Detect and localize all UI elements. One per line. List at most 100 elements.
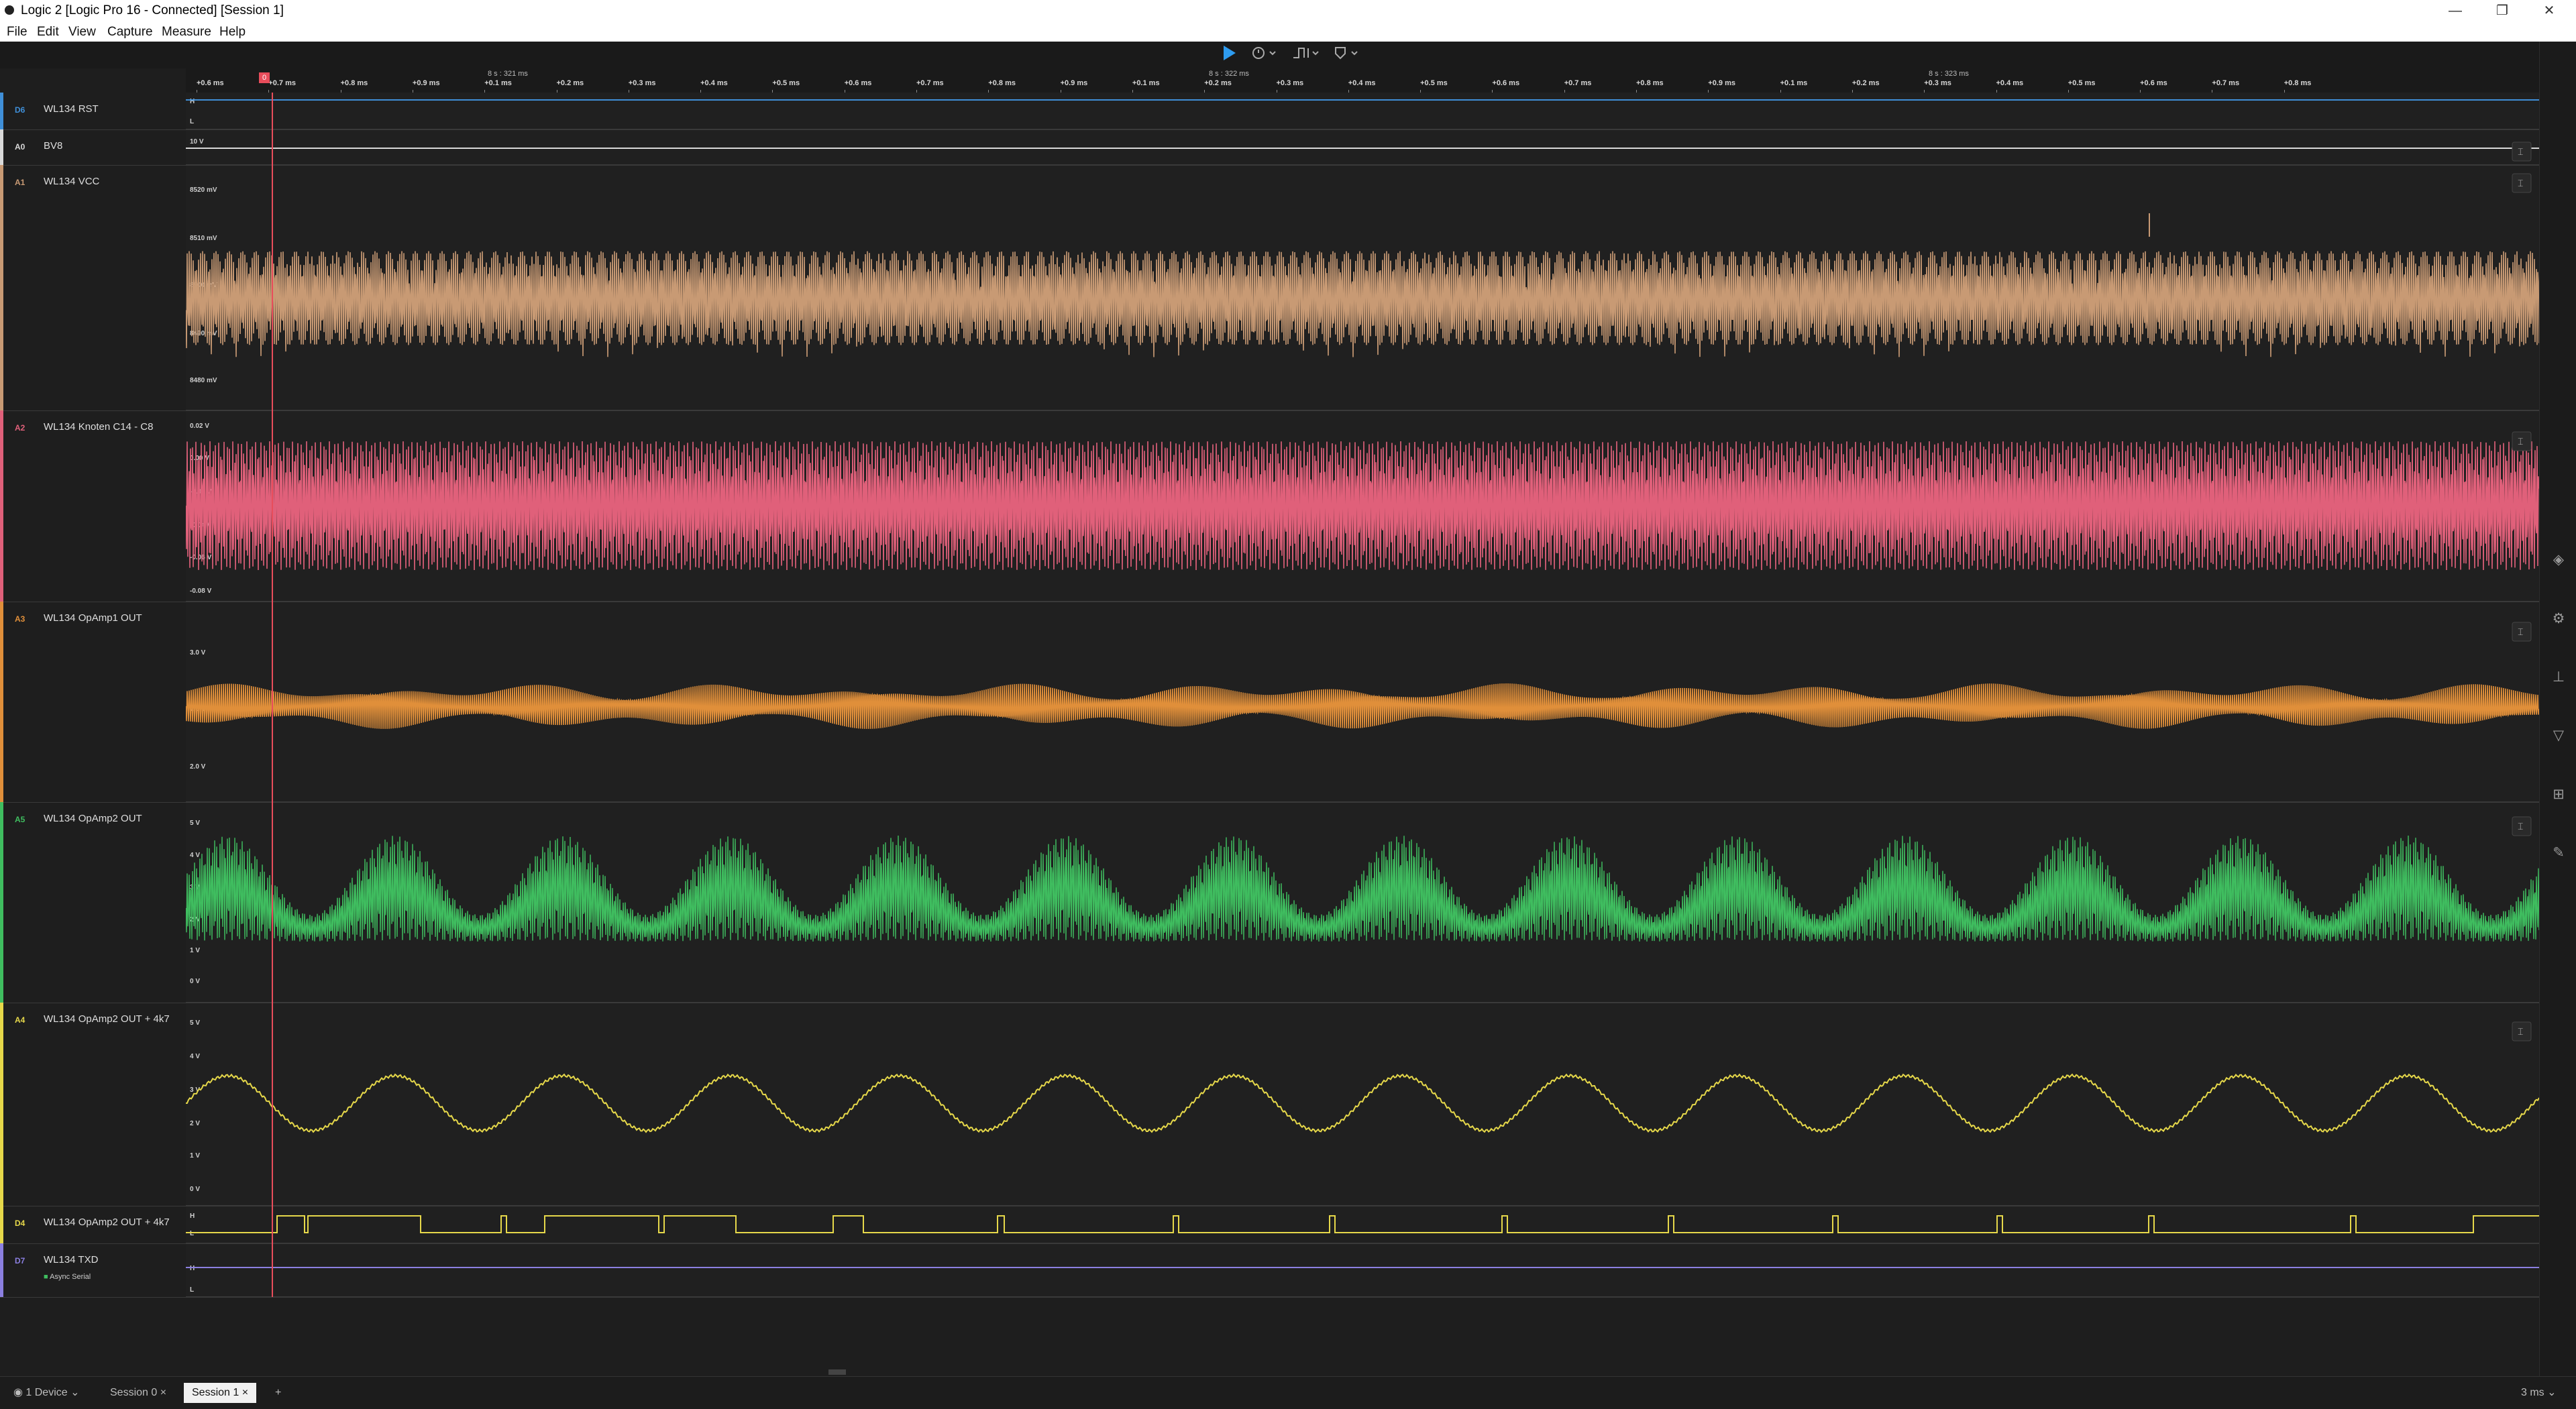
channel-label-a3[interactable]: A3 WL134 OpAmp1 OUT [0, 602, 186, 803]
time-tick-label: +0.9 ms [1708, 79, 1735, 87]
marker-icon [1335, 47, 1358, 60]
time-tick-label: +0.7 ms [268, 79, 296, 87]
zoom-reset-icon: ⌶ [2518, 146, 2523, 157]
channel-id: A3 [15, 614, 25, 624]
extensions-icon[interactable]: ⊞ [2550, 786, 2567, 803]
time-tick-label: +0.6 ms [2140, 79, 2167, 87]
restore-button[interactable]: ❐ [2482, 0, 2522, 21]
zoom-reset-icon: ⌶ [2518, 626, 2523, 637]
scale-label: 8480 mV [190, 377, 217, 384]
scale-label: H [190, 1213, 195, 1220]
scale-label: 4 V [190, 1053, 200, 1060]
play-button[interactable] [1218, 44, 1240, 66]
timer-options-button[interactable] [1249, 44, 1280, 66]
time-tick-label: +0.8 ms [988, 79, 1016, 87]
channel-color-bar [0, 410, 3, 602]
channel-label-a1[interactable]: A1 WL134 VCC [0, 165, 186, 411]
notes-icon[interactable]: ✎ [2550, 844, 2567, 862]
markers-icon[interactable]: ▽ [2550, 727, 2567, 744]
layers-icon[interactable]: ◈ [2550, 551, 2567, 569]
trace-a3 [185, 683, 2540, 729]
seconds-marker: 8 s : 322 ms [1209, 70, 1249, 78]
channel-label-a4[interactable]: A4 WL134 OpAmp2 OUT + 4k7 [0, 1003, 186, 1206]
channel-color-bar [0, 602, 3, 802]
device-selector[interactable]: ◉ 1 Device ⌄ [5, 1383, 88, 1403]
close-tab-icon[interactable]: × [239, 1387, 248, 1398]
channel-color-bar [0, 165, 3, 410]
channel-id: D4 [15, 1219, 25, 1228]
scale-label: 8510 mV [190, 235, 217, 242]
channel-label-d4[interactable]: D4 WL134 OpAmp2 OUT + 4k7 [0, 1206, 186, 1244]
close-button[interactable]: ✕ [2529, 0, 2569, 21]
channel-label-d7[interactable]: D7 WL134 TXD ■ Async Serial [0, 1243, 186, 1298]
channel-name: WL134 OpAmp2 OUT + 4k7 [44, 1013, 170, 1025]
time-tick-label: +0.5 ms [772, 79, 800, 87]
scale-label: L [190, 1286, 194, 1294]
analyzers-icon[interactable]: ⊥ [2550, 669, 2567, 686]
menu-capture[interactable]: Capture [107, 25, 153, 40]
menu-bar: File Edit View Capture Measure Help [0, 21, 2576, 42]
channel-name: WL134 RST [44, 103, 99, 115]
right-sidebar: ◈ ⚙ ⊥ ▽ ⊞ ✎ [2539, 42, 2576, 1376]
scale-label: H [190, 1265, 195, 1272]
channel-id: A5 [15, 815, 25, 824]
scale-label: 4 V [190, 852, 200, 859]
time-axis[interactable]: +0.6 ms +0.7 ms +0.8 ms +0.9 ms +0.1 ms +0.2 … [186, 68, 2539, 93]
timing-marker-flag[interactable]: 0 [259, 72, 270, 83]
menu-help[interactable]: Help [219, 25, 246, 40]
settings-icon[interactable]: ⚙ [2550, 610, 2567, 628]
tab-session-1[interactable]: Session 1 × [184, 1383, 257, 1403]
zoom-level[interactable]: 3 ms ⌄ [2513, 1383, 2565, 1403]
title-bar: Logic 2 [Logic Pro 16 - Connected] [Sess… [0, 0, 2576, 21]
seconds-marker: 8 s : 323 ms [1929, 70, 1969, 78]
scale-label: -0.08 V [190, 587, 212, 595]
channel-id: A4 [15, 1015, 25, 1025]
channel-label-a5[interactable]: A5 WL134 OpAmp2 OUT [0, 802, 186, 1003]
marker-options-button[interactable] [1331, 44, 1362, 66]
channel-id: A2 [15, 423, 25, 433]
menu-view[interactable]: View [68, 25, 96, 40]
channel-name: WL134 OpAmp1 OUT [44, 612, 142, 624]
horizontal-scroll-handle[interactable] [828, 1369, 846, 1375]
time-tick-label: +0.6 ms [844, 79, 872, 87]
close-tab-icon[interactable]: × [157, 1387, 166, 1398]
waveform-canvas[interactable]: HL10 V8520 mV8510 mV8500 mV8490 mV8480 m… [185, 93, 2540, 1298]
menu-edit[interactable]: Edit [37, 25, 59, 40]
channel-label-a2[interactable]: A2 WL134 Knoten C14 - C8 [0, 410, 186, 602]
channel-name: WL134 OpAmp2 OUT [44, 813, 142, 824]
scale-label: 3.0 V [190, 649, 206, 657]
analyzer-label[interactable]: ■ Async Serial [44, 1273, 91, 1281]
trace-a4 [185, 1073, 2540, 1133]
zoom-reset-icon: ⌶ [2518, 821, 2523, 832]
channel-color-bar [0, 1206, 3, 1243]
trace-a2 [185, 441, 2540, 571]
time-tick-label: +0.4 ms [1348, 79, 1376, 87]
menu-measure[interactable]: Measure [162, 25, 211, 40]
time-tick-label: +0.6 ms [1492, 79, 1520, 87]
time-tick-label: +0.1 ms [1780, 79, 1808, 87]
time-tick-label: +0.6 ms [197, 79, 224, 87]
channel-color-bar [0, 129, 3, 165]
time-tick-label: +0.8 ms [340, 79, 368, 87]
time-tick-label: +0.7 ms [2212, 79, 2240, 87]
channel-label-a0[interactable]: A0 BV8 [0, 129, 186, 166]
tab-session-0[interactable]: Session 0 × [102, 1383, 174, 1403]
trigger-options-button[interactable] [1290, 44, 1321, 66]
channel-color-bar [0, 802, 3, 1003]
channel-name: WL134 Knoten C14 - C8 [44, 421, 154, 433]
menu-file[interactable]: File [7, 25, 28, 40]
chevron-down-icon: ⌄ [67, 1387, 80, 1398]
channel-name: WL134 VCC [44, 176, 100, 187]
waveform-area[interactable]: H L 10 V 8520 mV 8510 mV 8500 mV 8490 mV 8480 m… [185, 93, 2540, 1298]
window-title: Logic 2 [Logic Pro 16 - Connected] [Sess… [21, 3, 284, 17]
minimize-button[interactable]: — [2435, 0, 2475, 21]
channel-label-d6[interactable]: D6 WL134 RST [0, 93, 186, 130]
channel-name: WL134 TXD [44, 1254, 99, 1265]
bottom-bar: ◉ 1 Device ⌄ Session 0 × Session 1 × + 3… [0, 1376, 2576, 1409]
add-tab-button[interactable]: + [267, 1383, 289, 1403]
channel-id: D7 [15, 1256, 25, 1265]
trace-d4 [186, 1215, 2539, 1233]
seconds-marker: 8 s : 321 ms [488, 70, 528, 78]
trace-a1 [185, 251, 2540, 357]
channel-id: A0 [15, 142, 25, 152]
